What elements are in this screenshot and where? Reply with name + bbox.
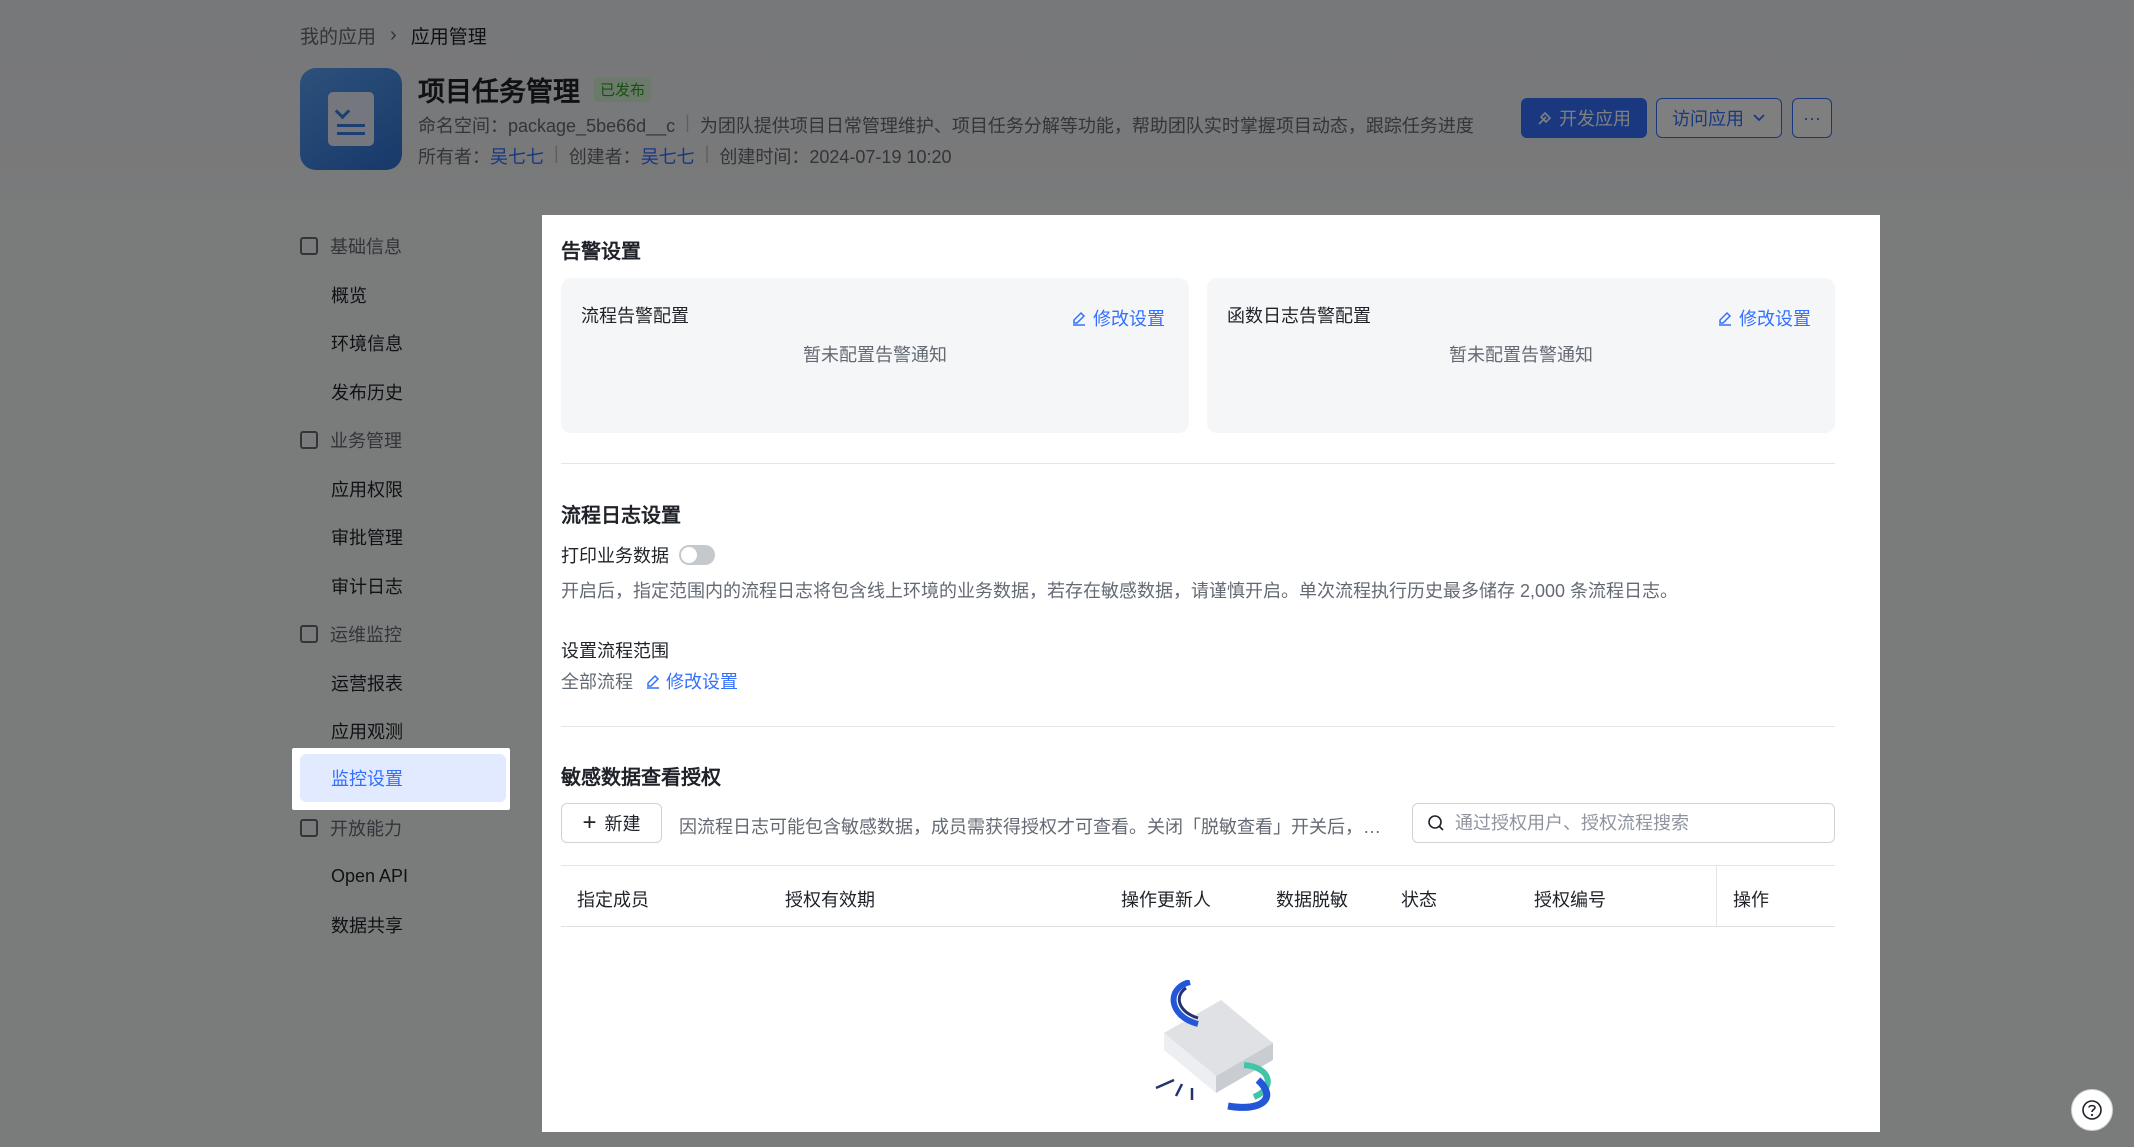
flow-alert-edit-label: 修改设置 [1093, 309, 1165, 329]
help-button[interactable] [2071, 1089, 2113, 1131]
edit-icon [647, 674, 660, 689]
search-input[interactable] [1455, 812, 1815, 834]
new-authorization-button[interactable]: + 新建 [561, 803, 662, 843]
flow-alert-card: 流程告警配置 修改设置 暂未配置告警通知 [561, 278, 1189, 433]
flow-alert-empty: 暂未配置告警通知 [803, 345, 947, 365]
flow-scope-label: 设置流程范围 [561, 641, 669, 661]
flow-log-note: 开启后，指定范围内的流程日志将包含线上环境的业务数据，若存在敏感数据，请谨慎开启… [561, 581, 1679, 601]
print-business-data-label: 打印业务数据 [561, 546, 669, 566]
edit-icon [1719, 311, 1732, 326]
sensitive-data-hint: 因流程日志可能包含敏感数据，成员需获得授权才可查看。关闭「脱敏查看」开关后，指.… [679, 817, 1391, 837]
flow-scope-value: 全部流程 [561, 672, 633, 692]
function-log-alert-card-title: 函数日志告警配置 [1227, 306, 1371, 326]
column-header-actions: 操作 [1733, 890, 1769, 910]
flow-alert-card-title: 流程告警配置 [581, 306, 689, 326]
column-divider [1716, 866, 1717, 926]
monitor-settings-panel: 告警设置 流程告警配置 修改设置 暂未配置告警通知 函数日志告警配置 修改设置 … [542, 215, 1880, 1132]
divider [561, 463, 1835, 464]
divider [561, 726, 1835, 727]
flow-scope-row: 全部流程 修改设置 [561, 668, 738, 694]
flow-log-settings-title: 流程日志设置 [561, 505, 681, 527]
print-business-data-row: 打印业务数据 [561, 542, 715, 568]
column-header-auth-id: 授权编号 [1534, 890, 1606, 910]
sidebar-item-monitor-settings[interactable]: 监控设置 [300, 754, 506, 802]
column-header-member: 指定成员 [577, 890, 649, 910]
function-log-alert-edit-link[interactable]: 修改设置 [1717, 305, 1811, 331]
print-business-data-toggle[interactable] [679, 545, 715, 565]
column-header-updater: 操作更新人 [1121, 890, 1211, 910]
sensitive-data-title: 敏感数据查看授权 [561, 767, 721, 789]
new-authorization-label: 新建 [604, 814, 641, 834]
active-nav-highlight: 监控设置 [292, 748, 510, 810]
flow-alert-edit-link[interactable]: 修改设置 [1071, 305, 1165, 331]
edit-icon [1073, 311, 1086, 326]
question-icon [2082, 1100, 2102, 1120]
authorization-search[interactable] [1412, 803, 1835, 843]
flow-scope-edit-link[interactable]: 修改设置 [645, 668, 738, 694]
empty-state-illustration [1155, 980, 1273, 1111]
alert-settings-title: 告警设置 [561, 241, 641, 263]
column-header-masking: 数据脱敏 [1276, 890, 1348, 910]
authorization-table-header: 指定成员 授权有效期 操作更新人 数据脱敏 状态 授权编号 操作 [561, 865, 1835, 927]
search-icon [1428, 815, 1444, 831]
function-log-alert-edit-label: 修改设置 [1739, 309, 1811, 329]
flow-scope-edit-label: 修改设置 [666, 672, 738, 692]
column-header-validity: 授权有效期 [785, 890, 875, 910]
column-header-status: 状态 [1401, 890, 1437, 910]
function-log-alert-empty: 暂未配置告警通知 [1449, 345, 1593, 365]
function-log-alert-card: 函数日志告警配置 修改设置 暂未配置告警通知 [1207, 278, 1835, 433]
plus-icon: + [582, 809, 597, 836]
